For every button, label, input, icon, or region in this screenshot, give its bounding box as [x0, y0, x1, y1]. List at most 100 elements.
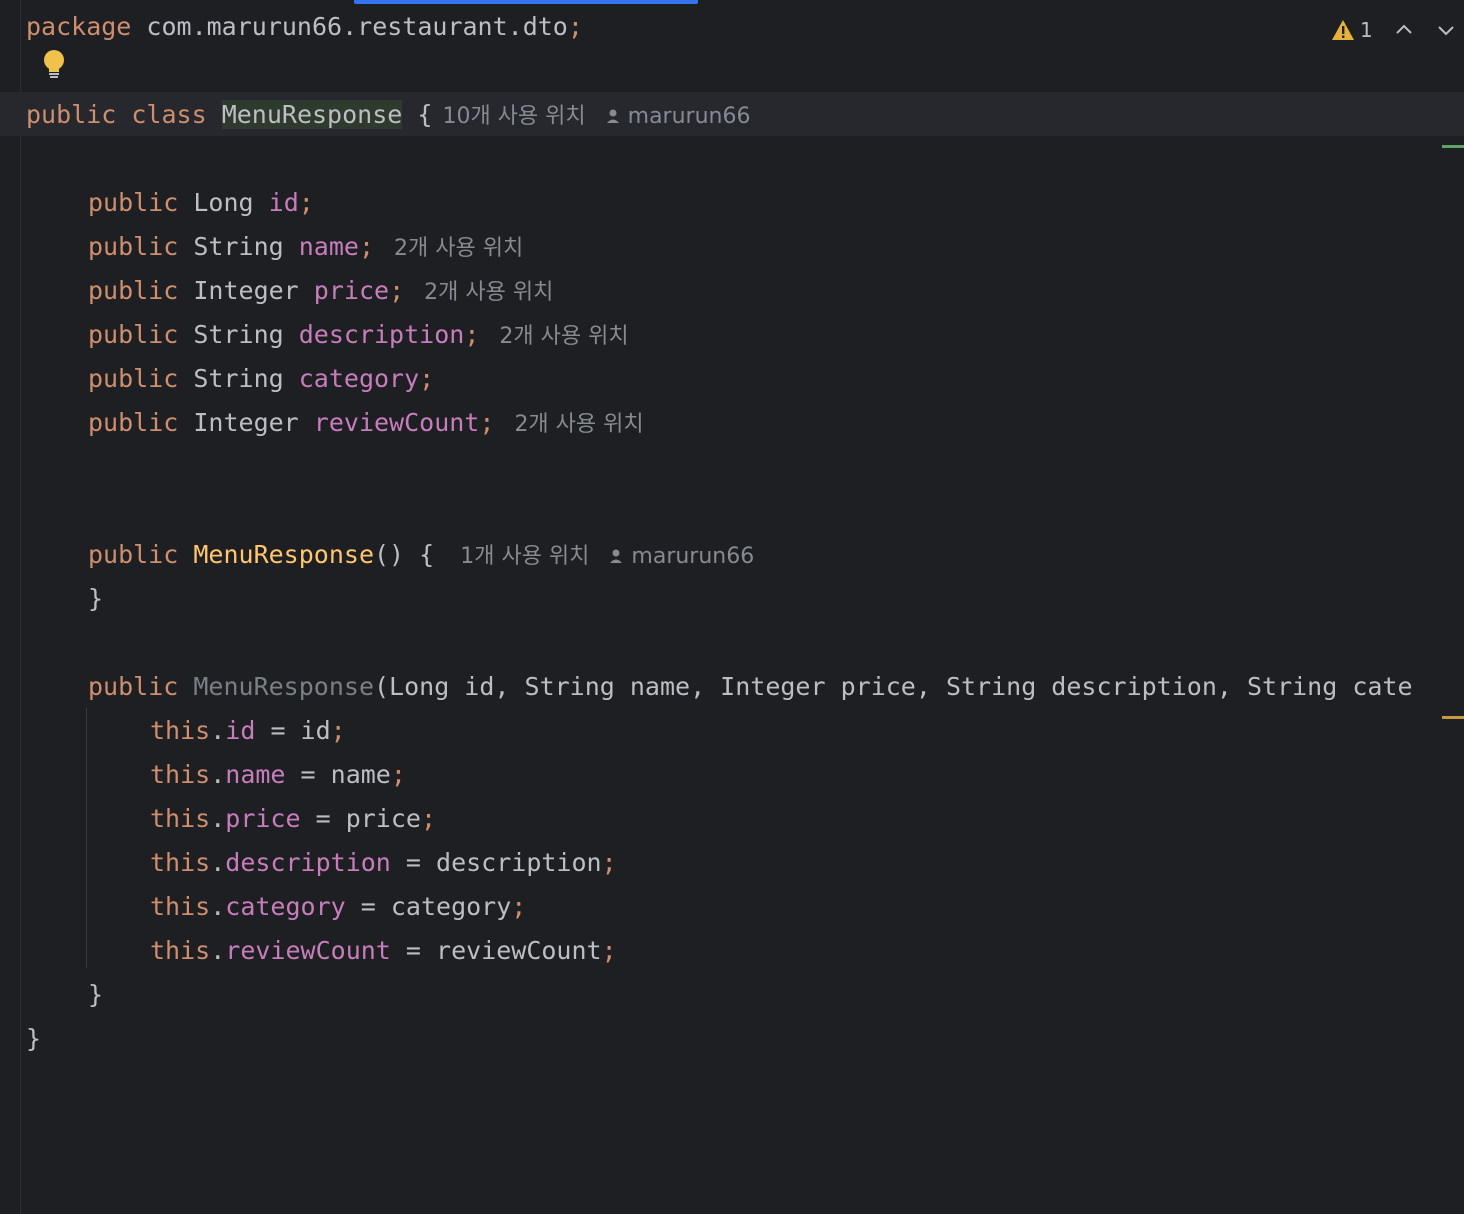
- semicolon: ;: [420, 804, 437, 833]
- author-hint[interactable]: marurun66: [631, 544, 754, 569]
- keyword: this: [150, 892, 211, 921]
- dot: .: [210, 848, 226, 877]
- keyword: public: [88, 320, 179, 349]
- warning-triangle-icon: [1332, 20, 1354, 40]
- field-name: description: [298, 320, 465, 349]
- code-line-field[interactable]: public String name; 2개 사용 위치: [88, 225, 523, 269]
- brace: }: [88, 584, 104, 613]
- code-editor[interactable]: package com.marurun66.restaurant.dto; 1 …: [0, 0, 1464, 1214]
- keyword: this: [150, 760, 211, 789]
- brace: {: [417, 100, 433, 129]
- horizontal-scroll-thumb[interactable]: [354, 0, 698, 4]
- code-line-field[interactable]: public Long id;: [88, 181, 314, 225]
- usages-hint[interactable]: 2개 사용 위치: [514, 412, 643, 437]
- type-name: String: [193, 320, 284, 349]
- code-line-field[interactable]: public Integer price; 2개 사용 위치: [88, 269, 553, 313]
- dot: .: [210, 804, 226, 833]
- code-line-assignment[interactable]: this.category = category;: [150, 885, 526, 929]
- keyword: this: [150, 716, 211, 745]
- keyword: public: [88, 364, 179, 393]
- dot: .: [210, 936, 226, 965]
- usages-hint[interactable]: 2개 사용 위치: [394, 236, 523, 261]
- keyword: package: [26, 12, 132, 41]
- code-line-package[interactable]: package com.marurun66.restaurant.dto;: [26, 5, 583, 49]
- constructor-name: MenuResponse: [193, 672, 374, 701]
- change-marker[interactable]: [1442, 145, 1464, 148]
- code-line-field[interactable]: public String category;: [88, 357, 434, 401]
- type-name: String: [193, 232, 284, 261]
- operator: =: [285, 760, 331, 789]
- person-icon: [606, 109, 619, 123]
- parameter-ref: name: [330, 760, 391, 789]
- parameter-ref: reviewCount: [436, 936, 602, 965]
- operator: =: [255, 716, 301, 745]
- inspection-widget[interactable]: 1: [1330, 16, 1373, 44]
- code-line-assignment[interactable]: this.name = name;: [150, 753, 406, 797]
- field-name: name: [298, 232, 359, 261]
- keyword: public: [88, 408, 179, 437]
- field-name: reviewCount: [225, 936, 391, 965]
- type-name: Long: [193, 188, 254, 217]
- code-line-class[interactable]: public class MenuResponse {10개 사용 위치 maru…: [26, 93, 750, 137]
- signature: () {: [374, 540, 435, 569]
- operator: =: [390, 848, 437, 877]
- gutter-divider: [20, 0, 21, 1214]
- semicolon: ;: [601, 848, 617, 877]
- field-name: category: [225, 892, 346, 921]
- semicolon: ;: [567, 12, 583, 41]
- keyword: public: [26, 100, 117, 129]
- keyword: this: [150, 848, 211, 877]
- type-name: Integer: [193, 408, 299, 437]
- semicolon: ;: [298, 188, 314, 217]
- code-line-assignment[interactable]: this.id = id;: [150, 709, 346, 753]
- warning-count: 1: [1360, 18, 1373, 42]
- semicolon: ;: [358, 232, 375, 261]
- field-name: id: [268, 188, 299, 217]
- keyword: public: [88, 540, 179, 569]
- field-name: description: [225, 848, 391, 877]
- code-line-brace[interactable]: }: [88, 973, 103, 1017]
- semicolon: ;: [419, 364, 435, 393]
- usages-hint[interactable]: 2개 사용 위치: [499, 324, 628, 349]
- warning-marker[interactable]: [1442, 716, 1464, 719]
- semicolon: ;: [479, 408, 495, 437]
- usages-hint[interactable]: 2개 사용 위치: [424, 280, 553, 305]
- parameter-ref: description: [436, 848, 602, 877]
- code-line-field[interactable]: public String description; 2개 사용 위치: [88, 313, 629, 357]
- code-line-brace[interactable]: }: [88, 577, 103, 621]
- usages-hint[interactable]: 1개 사용 위치: [460, 544, 589, 569]
- code-line-assignment[interactable]: this.reviewCount = reviewCount;: [150, 929, 617, 973]
- usages-hint[interactable]: 10개 사용 위치: [442, 104, 585, 129]
- brace: }: [88, 980, 104, 1009]
- code-line-assignment[interactable]: this.price = price;: [150, 797, 436, 841]
- field-name: reviewCount: [313, 408, 480, 437]
- chevron-up-icon[interactable]: [1392, 18, 1416, 42]
- code-line-constructor[interactable]: public MenuResponse() {1개 사용 위치 marurun66: [88, 533, 754, 577]
- keyword: public: [88, 276, 179, 305]
- operator: =: [390, 936, 437, 965]
- keyword: class: [131, 100, 207, 129]
- keyword: public: [88, 188, 179, 217]
- code-line-assignment[interactable]: this.description = description;: [150, 841, 617, 885]
- keyword: public: [88, 672, 179, 701]
- dot: .: [210, 716, 226, 745]
- keyword: this: [150, 936, 211, 965]
- parameter-ref: price: [345, 804, 421, 833]
- semicolon: ;: [511, 892, 527, 921]
- semicolon: ;: [601, 936, 617, 965]
- lightbulb-icon[interactable]: [40, 48, 68, 80]
- chevron-down-icon[interactable]: [1434, 18, 1458, 42]
- dot: .: [210, 892, 226, 921]
- author-hint[interactable]: marurun66: [628, 104, 751, 129]
- field-name: category: [298, 364, 420, 393]
- keyword: this: [150, 804, 211, 833]
- field-name: name: [225, 760, 286, 789]
- parameter-ref: id: [300, 716, 331, 745]
- type-name: Integer: [193, 276, 299, 305]
- operator: =: [345, 892, 391, 921]
- code-line-brace[interactable]: }: [26, 1017, 41, 1061]
- semicolon: ;: [330, 716, 346, 745]
- code-line-field[interactable]: public Integer reviewCount; 2개 사용 위치: [88, 401, 644, 445]
- semicolon: ;: [390, 760, 406, 789]
- code-line-constructor[interactable]: public MenuResponse(Long id, String name…: [88, 665, 1413, 709]
